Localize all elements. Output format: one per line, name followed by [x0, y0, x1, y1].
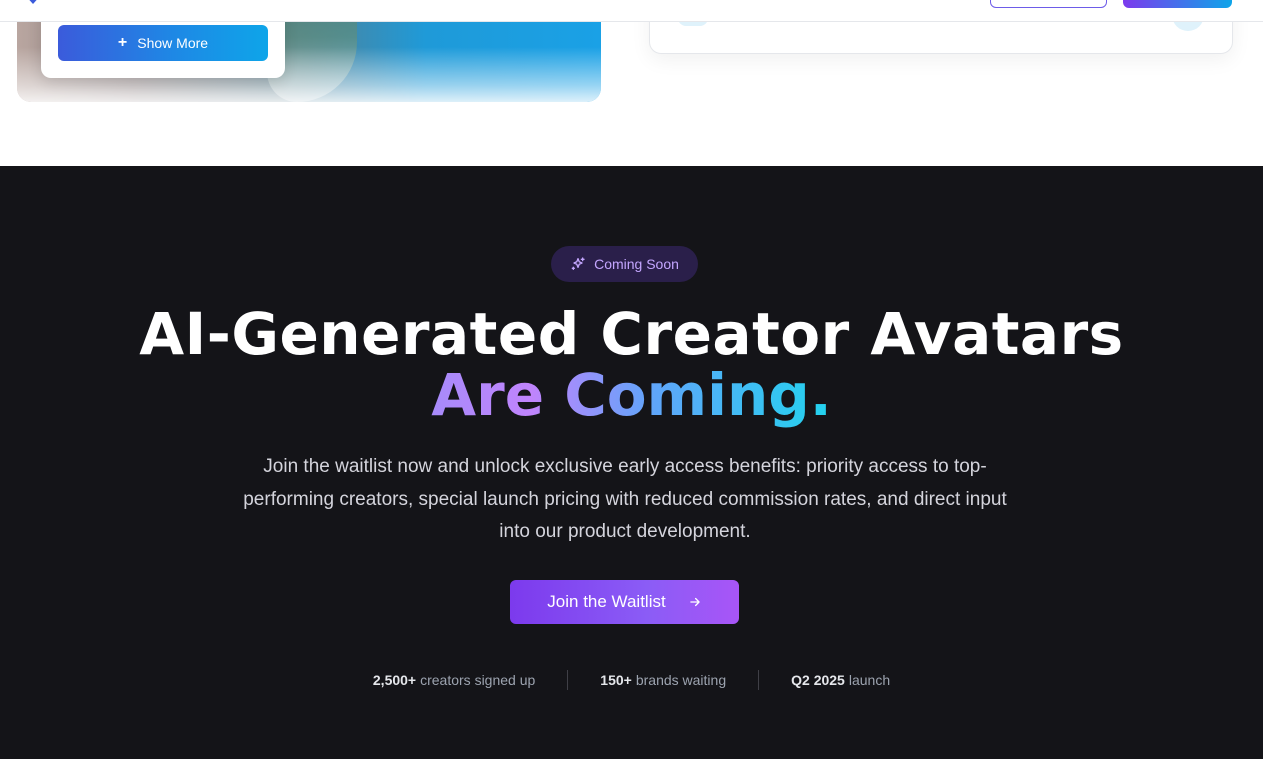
- stats-row: 2,500+ creators signed up 150+ brands wait…: [0, 670, 1263, 690]
- stat-value: 150+: [600, 672, 632, 688]
- top-content-section: + Show More: [0, 0, 1263, 166]
- stat-value: Q2 2025: [791, 672, 845, 688]
- stat-label: launch: [848, 672, 891, 688]
- hero-description: Join the waitlist now and unlock exclusi…: [243, 456, 1007, 542]
- plus-icon: +: [117, 34, 128, 51]
- join-waitlist-button[interactable]: Join the Waitlist: [510, 580, 739, 624]
- stat-label: creators signed up: [420, 672, 536, 688]
- nav-primary-button[interactable]: [1123, 0, 1232, 8]
- hero-title-gradient: Are Coming.: [431, 361, 832, 429]
- stat-launch: Q2 2025 launch: [759, 672, 922, 688]
- stat-creators: 2,500+ creators signed up: [341, 672, 567, 688]
- stat-brands: 150+ brands waiting: [568, 672, 758, 688]
- coming-soon-badge: Coming Soon: [551, 246, 698, 282]
- show-more-button[interactable]: + Show More: [58, 25, 268, 61]
- hero-title-line2: Are Coming.: [0, 364, 1263, 426]
- hero-title-line1: AI-Generated Creator Avatars: [139, 300, 1124, 368]
- arrow-right-icon: [689, 597, 700, 607]
- stat-value: 2,500+: [372, 672, 417, 688]
- nav-secondary-button[interactable]: [990, 0, 1107, 8]
- show-more-label: Show More: [137, 35, 209, 51]
- join-waitlist-label: Join the Waitlist: [547, 592, 666, 611]
- top-navigation-bar: [0, 0, 1263, 22]
- stat-label: brands waiting: [635, 672, 727, 688]
- sparkle-icon: [571, 257, 585, 270]
- badge-label: Coming Soon: [594, 256, 679, 272]
- logo-icon[interactable]: [24, 0, 42, 4]
